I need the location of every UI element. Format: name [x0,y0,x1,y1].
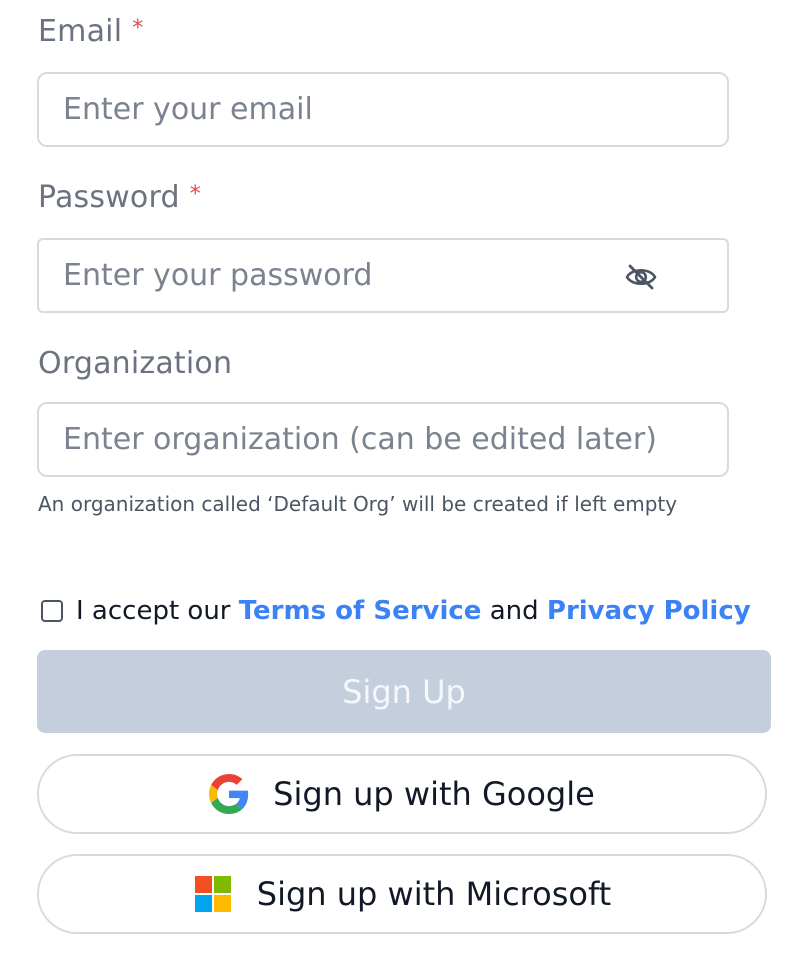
microsoft-signup-button[interactable]: Sign up with Microsoft [37,854,767,934]
sign-up-button[interactable]: Sign Up [37,650,771,733]
terms-of-service-link[interactable]: Terms of Service [239,596,482,626]
privacy-policy-link[interactable]: Privacy Policy [547,596,751,626]
microsoft-logo-icon [193,874,233,914]
password-label-text: Password [38,180,180,215]
email-required-mark: * [132,16,144,41]
organization-hint: An organization called ‘Default Org’ wil… [38,492,678,516]
terms-row: I accept our Terms of Service and Privac… [41,596,751,626]
email-label: Email * [38,14,143,49]
google-signup-label: Sign up with Google [273,775,595,813]
terms-conjunction: and [489,596,539,626]
sign-up-button-label: Sign Up [342,672,466,711]
terms-checkbox[interactable] [41,600,63,622]
password-label: Password * [38,180,201,215]
password-required-mark: * [189,182,201,207]
email-input[interactable] [39,74,727,145]
email-field [37,72,729,147]
password-field [37,238,729,313]
organization-label-text: Organization [38,346,233,381]
microsoft-signup-label: Sign up with Microsoft [256,875,612,913]
password-input[interactable] [39,240,727,311]
organization-label: Organization [38,346,232,381]
google-signup-button[interactable]: Sign up with Google [37,754,767,834]
organization-input[interactable] [39,404,727,475]
terms-prefix: I accept our [76,596,231,626]
eye-off-icon[interactable] [625,264,657,290]
organization-field [37,402,729,477]
email-label-text: Email [38,14,123,49]
google-logo-icon [209,774,249,814]
